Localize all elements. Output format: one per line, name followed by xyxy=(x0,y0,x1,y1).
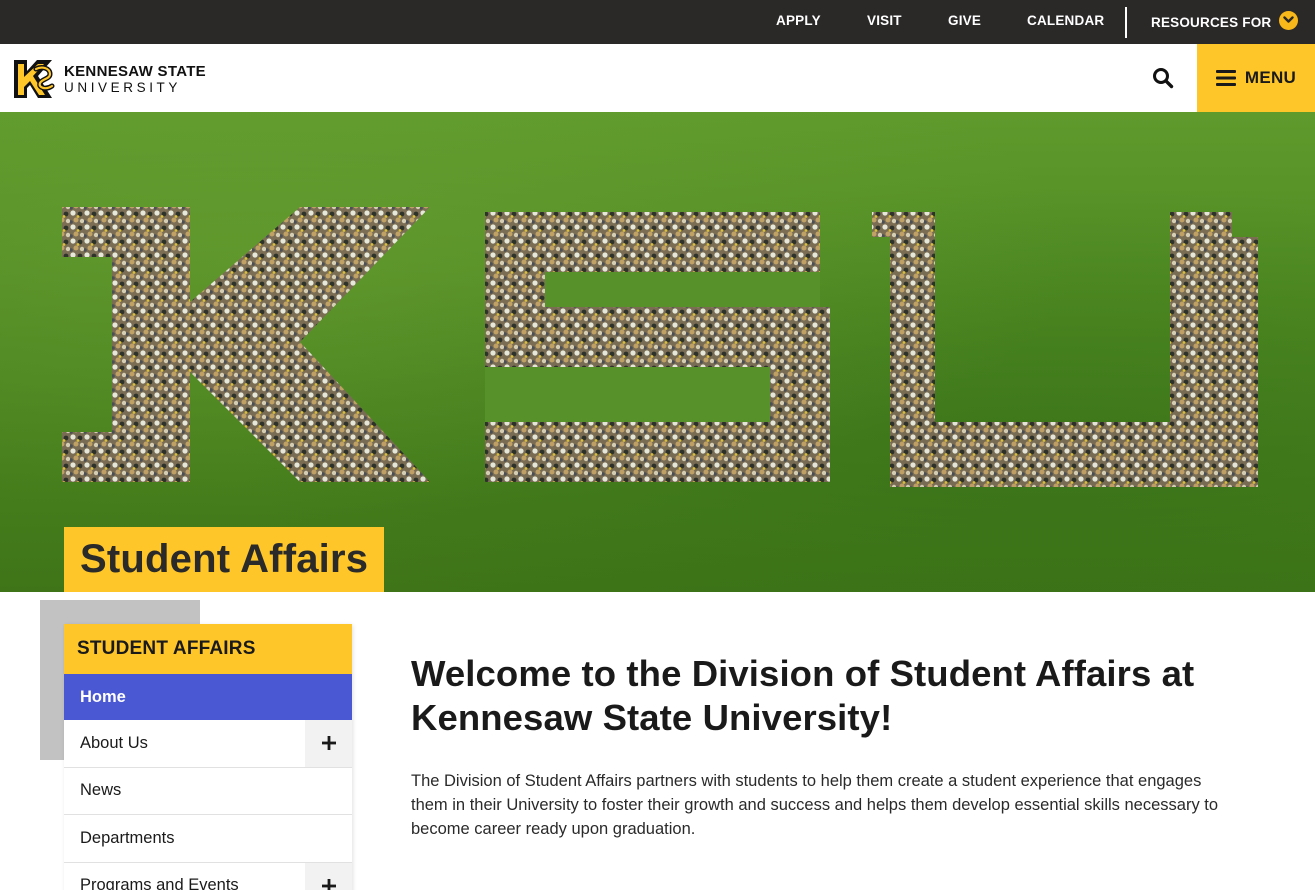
intro-paragraph: The Division of Student Affairs partners… xyxy=(411,772,1219,838)
menu-button[interactable]: MENU xyxy=(1197,44,1315,112)
sidebar-nav: STUDENT AFFAIRS Home About Us News Depar… xyxy=(64,624,352,890)
page-title: Student Affairs xyxy=(80,537,369,581)
hamburger-icon xyxy=(1215,70,1236,86)
site-header: KENNESAW STATE UNIVERSITY MENU xyxy=(0,44,1315,112)
hero-photo-crowd-ksu-letters xyxy=(62,207,1258,487)
menu-label: MENU xyxy=(1244,68,1297,87)
expand-about-us-button[interactable] xyxy=(305,720,352,767)
sidebar-item-label: About Us xyxy=(80,733,148,752)
logo-wordmark-top: KENNESAW STATE xyxy=(64,62,206,80)
search-icon xyxy=(1153,68,1174,89)
plus-icon xyxy=(321,878,336,890)
sidebar-item-departments[interactable]: Departments xyxy=(64,815,352,863)
sidebar-item-label: Departments xyxy=(80,828,175,847)
logo-wordmark-bottom: UNIVERSITY xyxy=(64,79,182,95)
plus-icon xyxy=(321,736,336,751)
expand-programs-and-events-button[interactable] xyxy=(305,862,352,890)
utility-link-calendar[interactable]: CALENDAR xyxy=(1027,0,1104,44)
resources-for-label: RESOURCES FOR xyxy=(1151,14,1272,30)
ksu-logo-icon xyxy=(9,56,59,102)
page-title-box: Student Affairs xyxy=(64,527,385,592)
search-button[interactable] xyxy=(1145,61,1181,95)
utility-link-apply[interactable]: APPLY xyxy=(776,0,821,44)
resources-for-button[interactable]: RESOURCES FOR xyxy=(1151,0,1299,44)
chevron-down-icon xyxy=(1279,10,1299,30)
sidebar-item-label: Programs and Events xyxy=(80,876,239,890)
utility-bar: APPLY VISIT GIVE CALENDAR RESOURCES FOR xyxy=(0,0,1315,44)
sidebar-item-label: Home xyxy=(80,687,126,706)
sidebar-item-programs-and-events[interactable]: Programs and Events xyxy=(64,862,352,890)
sidebar-item-label: News xyxy=(80,781,122,800)
sidebar-item-news[interactable]: News xyxy=(64,767,352,815)
hero-banner: Student Affairs xyxy=(0,112,1315,592)
ksu-logo-link[interactable]: KENNESAW STATE UNIVERSITY xyxy=(8,55,206,103)
utility-link-give[interactable]: GIVE xyxy=(948,0,981,44)
sidebar-item-about-us[interactable]: About Us xyxy=(64,720,352,768)
sidebar-heading[interactable]: STUDENT AFFAIRS xyxy=(64,624,352,674)
utility-link-visit[interactable]: VISIT xyxy=(867,0,902,44)
sidebar-item-home[interactable]: Home xyxy=(64,674,352,720)
utility-divider xyxy=(1125,7,1127,38)
welcome-heading: Welcome to the Division of Student Affai… xyxy=(411,653,1195,738)
